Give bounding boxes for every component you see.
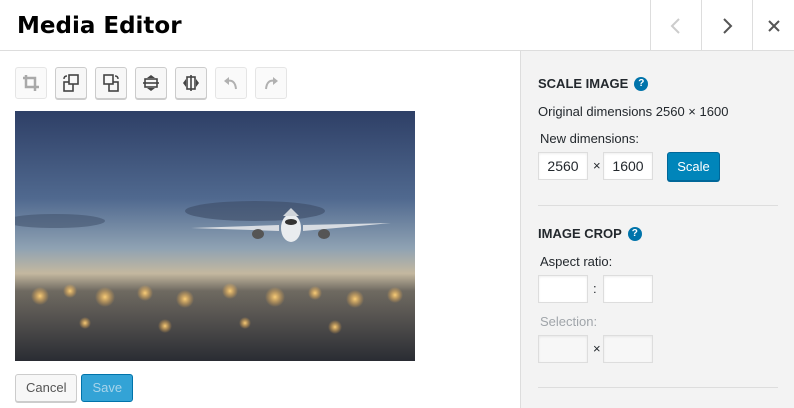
- page-title: Media Editor: [17, 13, 182, 39]
- scale-image-title: SCALE IMAGE: [538, 76, 629, 91]
- modal-header: Media Editor: [0, 0, 794, 51]
- colon-separator: :: [593, 281, 597, 296]
- redo-icon: [265, 77, 278, 90]
- next-button[interactable]: [701, 0, 752, 51]
- aspect-width-input[interactable]: [538, 275, 588, 303]
- image-crop-title: IMAGE CROP: [538, 226, 622, 241]
- save-button[interactable]: Save: [81, 374, 134, 402]
- image-crop-heading: IMAGE CROP ?: [538, 226, 642, 241]
- aspect-height-input[interactable]: [603, 275, 653, 303]
- original-dimensions: Original dimensions 2560 × 1600: [538, 104, 729, 119]
- scale-image-heading: SCALE IMAGE ?: [538, 76, 649, 91]
- chevron-left-icon: [670, 17, 680, 34]
- section-divider: [538, 205, 778, 206]
- image-toolbar: [15, 67, 287, 99]
- flip-horizontal-button[interactable]: [175, 67, 207, 99]
- help-icon[interactable]: ?: [634, 76, 649, 91]
- crop-button[interactable]: [15, 67, 47, 99]
- selection-width-input[interactable]: [538, 335, 588, 363]
- crop-icon: [23, 75, 39, 91]
- section-divider: [538, 387, 778, 388]
- image-preview: [15, 111, 415, 361]
- redo-button[interactable]: [255, 67, 287, 99]
- times-separator: ×: [593, 158, 601, 173]
- flip-vertical-icon: [143, 75, 159, 91]
- scale-height-input[interactable]: 1600: [603, 152, 653, 180]
- rotate-right-button[interactable]: [95, 67, 127, 99]
- previous-button[interactable]: [650, 0, 701, 51]
- help-icon[interactable]: ?: [627, 226, 642, 241]
- flip-horizontal-icon: [183, 75, 199, 91]
- undo-button[interactable]: [215, 67, 247, 99]
- undo-icon: [224, 77, 237, 90]
- scale-width-input[interactable]: 2560: [538, 152, 588, 180]
- scale-button[interactable]: Scale: [667, 152, 720, 181]
- image-settings-sidebar: SCALE IMAGE ? Original dimensions 2560 ×…: [520, 51, 794, 408]
- rotate-left-icon: [63, 74, 79, 92]
- editor-actions: Cancel Save: [15, 374, 134, 402]
- rotate-left-button[interactable]: [55, 67, 87, 99]
- close-icon: [767, 19, 780, 32]
- times-separator: ×: [593, 341, 601, 356]
- cancel-button[interactable]: Cancel: [15, 374, 78, 402]
- close-button[interactable]: [752, 0, 794, 51]
- new-dimensions-label: New dimensions:: [540, 131, 639, 146]
- airplane-photo: [15, 111, 415, 361]
- chevron-right-icon: [723, 17, 733, 34]
- selection-label: Selection:: [540, 314, 598, 329]
- aspect-ratio-label: Aspect ratio:: [540, 254, 613, 269]
- selection-height-input[interactable]: [603, 335, 653, 363]
- flip-vertical-button[interactable]: [135, 67, 167, 99]
- rotate-right-icon: [103, 74, 119, 92]
